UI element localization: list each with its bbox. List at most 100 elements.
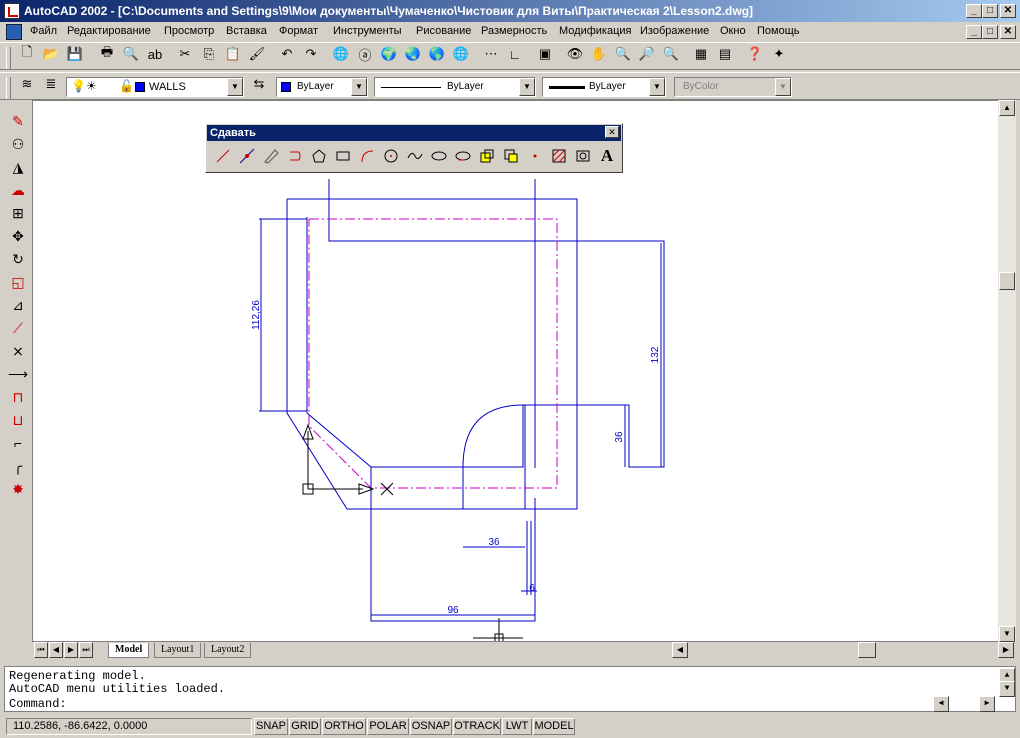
pan-icon[interactable]: ✋ [588,43,610,65]
print-preview-icon[interactable]: 🔍 [120,43,142,65]
cmd-scroll-down-icon[interactable]: ▼ [999,681,1015,697]
draw-toolbar-title[interactable]: Сдавать [207,125,621,141]
save-icon[interactable]: 💾 [64,43,86,65]
osnap-toggle[interactable]: OSNAP [410,718,452,735]
ellipse-icon[interactable] [428,144,450,168]
hyperlink-icon[interactable]: 🌐 [330,43,352,65]
menu-help[interactable]: Помощь [757,25,800,37]
paste-icon[interactable]: 📋 [222,43,244,65]
scale-icon[interactable]: ◱ [7,271,29,293]
extend-icon[interactable]: ⟶ [7,363,29,385]
lengthen-icon[interactable]: ⟋ [7,317,29,339]
etransmit-icon[interactable]: 🌎 [426,43,448,65]
ucs-icon[interactable]: ∟ [504,43,526,65]
grid-toggle[interactable]: GRID [289,718,321,735]
revision-cloud-icon[interactable] [452,144,474,168]
print-icon[interactable]: 🖶 [96,43,118,65]
menu-edit[interactable]: Редактирование [67,25,151,37]
vertical-scrollbar[interactable]: ▲ ▼ [998,100,1016,642]
erase-icon[interactable]: ✎ [7,110,29,132]
draw-toolbar-window[interactable]: Сдавать ✕ A [205,123,623,173]
hscroll-thumb[interactable] [858,642,876,658]
first-tab-icon[interactable]: ⏮ [34,642,48,658]
scroll-thumb[interactable] [999,272,1015,290]
make-layer-current-icon[interactable]: ≋ [16,73,38,95]
lineweight-dropdown[interactable]: ByLayer ▼ [542,77,666,97]
scroll-right-icon[interactable]: ▶ [998,642,1014,658]
polygon-icon[interactable] [308,144,330,168]
menu-image[interactable]: Изображение [640,25,709,37]
tracking-icon[interactable]: 🌐 [450,43,472,65]
scroll-down-icon[interactable]: ▼ [999,626,1015,642]
make-block-icon[interactable] [500,144,522,168]
open-icon[interactable]: 📂 [40,43,62,65]
offset-icon[interactable]: ☁ [7,179,29,201]
break-at-point-icon[interactable]: ⊔ [7,409,29,431]
stretch-icon[interactable]: ⊿ [7,294,29,316]
menu-window[interactable]: Окно [720,25,746,37]
fillet-icon[interactable]: ╭ [7,455,29,477]
polar-toggle[interactable]: POLAR [367,718,409,735]
mirror-icon[interactable]: ◮ [7,156,29,178]
menu-file[interactable]: Файл [30,25,57,37]
spline-icon[interactable] [404,144,426,168]
cmd-scroll-left-icon[interactable]: ◀ [933,696,949,712]
autocad-app-icon[interactable] [4,3,20,19]
hatch-icon[interactable] [548,144,570,168]
copy-icon[interactable]: ⎘ [198,43,220,65]
close-icon[interactable]: ✕ [605,126,619,138]
undo-icon[interactable]: ↶ [276,43,298,65]
redo-icon[interactable]: ↷ [300,43,322,65]
spelling-icon[interactable]: ab [144,43,166,65]
next-tab-icon[interactable]: ▶ [64,642,78,658]
chevron-down-icon[interactable]: ▼ [519,78,535,96]
chamfer-icon[interactable]: ⌐ [7,432,29,454]
drawing-canvas[interactable]: 112,26 132 36 36 6 96 [32,100,1000,642]
move-icon[interactable]: ✥ [7,225,29,247]
properties-icon[interactable]: ▦ [690,43,712,65]
layers-icon[interactable]: ≣ [40,73,62,95]
explode-icon[interactable]: ✸ [7,478,29,500]
zoom-window-icon[interactable]: 🔎 [636,43,658,65]
doc-close-button[interactable]: ✕ [1000,25,1016,39]
snap-toggle[interactable]: SNAP [254,718,288,735]
command-window[interactable]: Regenerating model. AutoCAD menu utiliti… [4,666,1016,712]
tab-model[interactable]: Model [108,643,150,658]
prev-tab-icon[interactable]: ◀ [49,642,63,658]
3d-orbit-icon[interactable]: 👁 [564,43,586,65]
toolbar-grip[interactable] [6,77,11,99]
doc-restore-button[interactable]: □ [982,25,998,39]
region-icon[interactable] [572,144,594,168]
help-icon[interactable]: ❓ [744,43,766,65]
rectangle-icon[interactable] [332,144,354,168]
doc-minimize-button[interactable]: _ [966,25,982,39]
polygon-back-icon[interactable] [284,144,306,168]
minimize-button[interactable]: _ [966,4,982,18]
lwt-toggle[interactable]: LWT [502,718,532,735]
layer-previous-icon[interactable]: ⇆ [248,73,270,95]
active-assistance-icon[interactable]: ✦ [768,43,790,65]
menu-view[interactable]: Просмотр [164,25,214,37]
construction-line-icon[interactable] [236,144,258,168]
today-icon[interactable]: ⓐ [354,43,376,65]
close-button[interactable]: ✕ [1000,4,1016,18]
rotate-icon[interactable]: ↻ [7,248,29,270]
break-icon[interactable]: ⊓ [7,386,29,408]
chevron-down-icon[interactable]: ▼ [227,78,243,96]
point-icon[interactable] [524,144,546,168]
menu-format[interactable]: Формат [279,25,318,37]
cmd-scroll-right-icon[interactable]: ▶ [979,696,995,712]
linetype-dropdown[interactable]: ByLayer ▼ [374,77,536,97]
color-dropdown[interactable]: ByLayer ▼ [276,77,368,97]
circle-icon[interactable] [380,144,402,168]
menu-draw[interactable]: Рисование [416,25,471,37]
menu-dimension[interactable]: Размерность [481,25,547,37]
polyline-icon[interactable] [260,144,282,168]
array-icon[interactable]: ⊞ [7,202,29,224]
arc-icon[interactable] [356,144,378,168]
otrack-toggle[interactable]: OTRACK [453,718,501,735]
tab-layout2[interactable]: Layout2 [204,643,252,658]
text-icon[interactable]: A [596,144,618,168]
publish-web-icon[interactable]: 🌏 [402,43,424,65]
model-toggle[interactable]: MODEL [533,718,575,735]
